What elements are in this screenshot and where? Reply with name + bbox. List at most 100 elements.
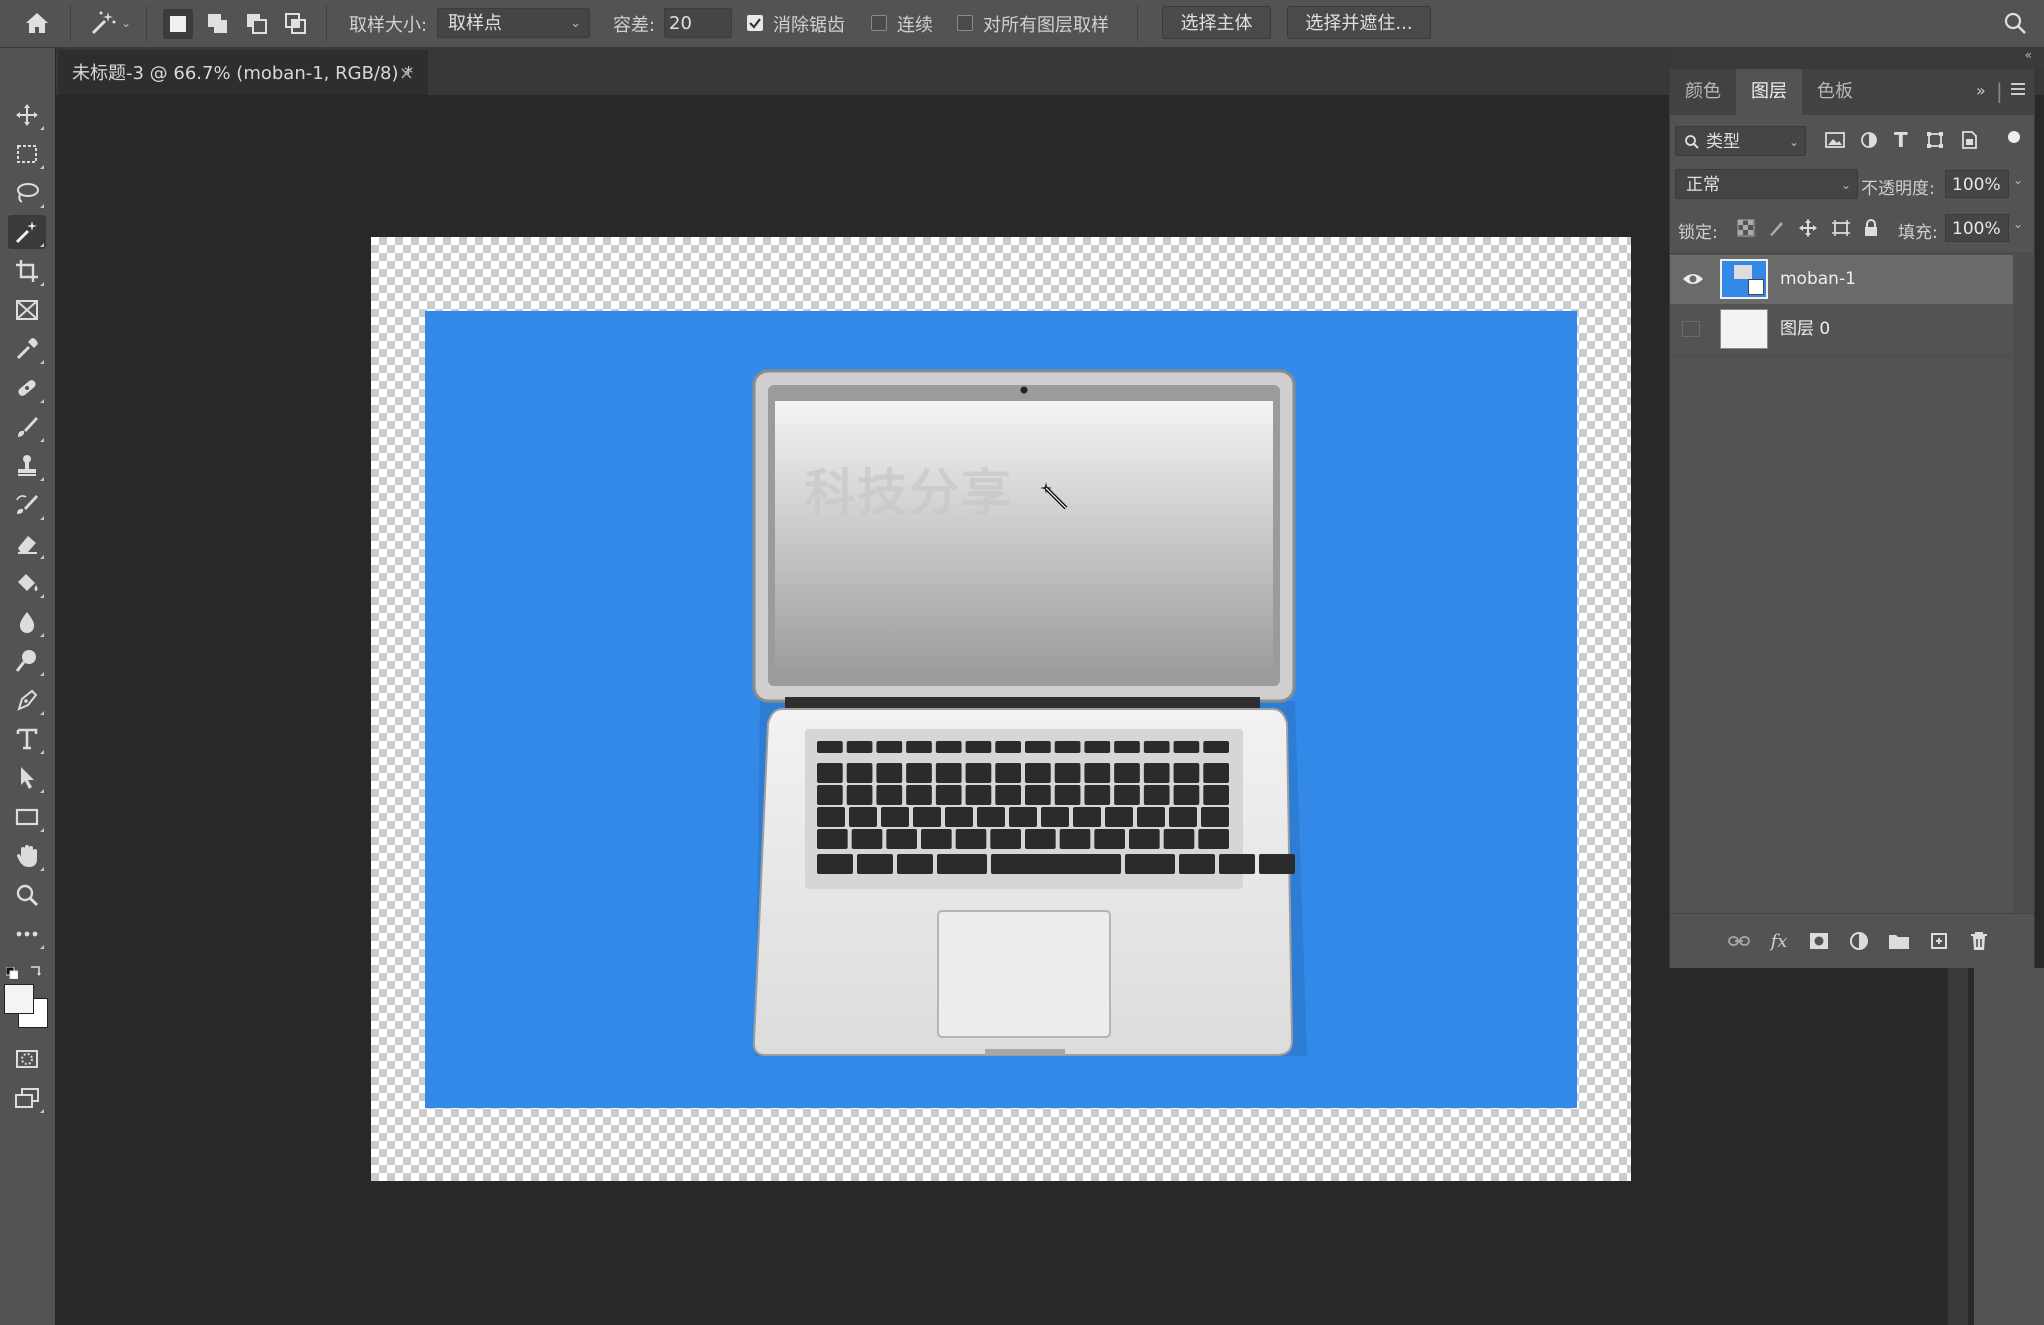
separator xyxy=(326,6,327,41)
move-tool-icon[interactable] xyxy=(8,98,46,132)
add-mask-icon[interactable] xyxy=(1806,928,1832,954)
clone-stamp-tool-icon[interactable] xyxy=(8,449,46,483)
layer-row-moban-1[interactable]: moban-1 xyxy=(1670,255,2013,304)
screen-watermark-text: 科技分享 xyxy=(805,464,1013,522)
new-selection-icon[interactable] xyxy=(163,9,193,39)
crop-tool-icon[interactable] xyxy=(8,254,46,288)
lock-artboard-icon[interactable] xyxy=(1831,219,1851,241)
more-tools-icon[interactable] xyxy=(8,917,46,951)
lock-transparent-pixels-icon[interactable] xyxy=(1737,219,1755,241)
rectangle-tool-icon[interactable] xyxy=(8,800,46,834)
separator: | xyxy=(1996,79,2003,103)
keyboard-key xyxy=(1025,763,1051,783)
add-to-selection-icon[interactable] xyxy=(203,9,233,39)
expand-panel-icon[interactable]: » xyxy=(1976,81,1986,100)
blend-mode-select[interactable]: 正常 ⌄ xyxy=(1675,169,1858,199)
dodge-tool-icon[interactable] xyxy=(8,644,46,678)
pixel-layer-filter-icon[interactable] xyxy=(1825,131,1845,153)
smart-object-filter-icon[interactable] xyxy=(1960,131,1978,153)
path-selection-tool-icon[interactable] xyxy=(8,761,46,795)
fill-input[interactable]: 100% xyxy=(1945,214,2009,242)
tool-preset-picker[interactable]: ⌄ xyxy=(84,8,136,38)
keyboard-key xyxy=(1084,785,1111,805)
keyboard-key xyxy=(955,829,987,849)
keyboard-key xyxy=(1203,785,1229,805)
filter-toggle-icon[interactable] xyxy=(2008,131,2020,143)
document-tab[interactable]: 未标题-3 @ 66.7% (moban-1, RGB/8) * × xyxy=(58,50,428,95)
tab-color[interactable]: 颜色 xyxy=(1670,69,1736,115)
opacity-input[interactable]: 100% xyxy=(1945,170,2009,198)
hand-tool-icon[interactable] xyxy=(8,839,46,873)
keyboard-key xyxy=(921,829,952,849)
keyboard-key xyxy=(1173,785,1200,805)
tab-swatches[interactable]: 色板 xyxy=(1802,69,1868,115)
tolerance-input[interactable]: 20 xyxy=(664,8,732,38)
close-icon[interactable]: × xyxy=(399,51,414,96)
document-tab-title: 未标题-3 @ 66.7% (moban-1, RGB/8) * xyxy=(72,63,414,84)
history-brush-tool-icon[interactable] xyxy=(8,488,46,522)
lasso-tool-icon[interactable] xyxy=(8,176,46,210)
keyboard-key xyxy=(1025,829,1056,849)
blur-tool-icon[interactable] xyxy=(8,605,46,639)
keyboard-key xyxy=(1163,829,1195,849)
sample-all-layers-checkbox[interactable] xyxy=(957,15,973,31)
adjustment-layer-filter-icon[interactable] xyxy=(1860,131,1878,153)
keyboard-key xyxy=(1009,807,1037,827)
zoom-tool-icon[interactable] xyxy=(8,878,46,912)
select-subject-button[interactable]: 选择主体 xyxy=(1162,6,1271,39)
magic-wand-tool-icon[interactable] xyxy=(8,215,46,249)
new-layer-icon[interactable] xyxy=(1926,928,1952,954)
paint-bucket-tool-icon[interactable] xyxy=(8,566,46,600)
pen-tool-icon[interactable] xyxy=(8,683,46,717)
sample-size-select[interactable]: 取样点 ⌄ xyxy=(437,8,590,38)
lock-all-icon[interactable] xyxy=(1863,218,1879,242)
layers-scrollbar[interactable] xyxy=(2013,255,2034,913)
collapse-panels-icon[interactable]: « xyxy=(2025,48,2032,62)
panel-menu-icon[interactable] xyxy=(2009,81,2027,101)
separator xyxy=(1137,6,1138,41)
shape-layer-filter-icon[interactable] xyxy=(1926,131,1944,153)
eyedropper-tool-icon[interactable] xyxy=(8,332,46,366)
chevron-down-icon[interactable]: ⌄ xyxy=(2013,173,2023,187)
visibility-toggle-off[interactable] xyxy=(1682,321,1700,337)
frame-tool-icon[interactable] xyxy=(8,293,46,327)
new-adjustment-layer-icon[interactable] xyxy=(1846,928,1872,954)
type-layer-filter-icon[interactable]: T xyxy=(1894,128,1908,152)
default-colors-icon[interactable] xyxy=(5,964,19,980)
new-group-folder-icon[interactable] xyxy=(1886,928,1912,954)
layer-filter-kind-select[interactable]: 类型 ⌄ xyxy=(1675,126,1806,156)
select-and-mask-button[interactable]: 选择并遮住... xyxy=(1287,6,1431,39)
chevron-down-icon: ⌄ xyxy=(1840,178,1851,192)
contiguous-checkbox[interactable] xyxy=(871,15,887,31)
eraser-tool-icon[interactable] xyxy=(8,527,46,561)
search-icon[interactable] xyxy=(1998,8,2032,38)
marquee-tool-icon[interactable] xyxy=(8,137,46,171)
layer-row-layer-0[interactable]: 图层 0 xyxy=(1670,305,2013,354)
home-icon[interactable] xyxy=(20,8,54,38)
swap-colors-icon[interactable] xyxy=(29,962,43,976)
laptop-photo-layer[interactable]: 科技分享 xyxy=(425,311,1577,1108)
chevron-down-icon[interactable]: ⌄ xyxy=(2013,217,2023,231)
intersect-selection-icon[interactable] xyxy=(281,9,311,39)
canvas-vertical-scrollbar[interactable] xyxy=(1948,968,1968,1325)
keyboard-key xyxy=(1054,785,1081,805)
delete-layer-trash-icon[interactable] xyxy=(1966,928,1992,954)
quick-mask-icon[interactable] xyxy=(8,1042,46,1076)
lock-image-pixels-icon[interactable] xyxy=(1767,219,1785,241)
healing-brush-tool-icon[interactable] xyxy=(8,371,46,405)
antialias-checkbox[interactable] xyxy=(747,15,763,31)
eye-visibility-icon[interactable] xyxy=(1682,271,1704,291)
type-tool-icon[interactable] xyxy=(8,722,46,756)
foreground-color-swatch[interactable] xyxy=(4,984,34,1014)
lock-position-icon[interactable] xyxy=(1798,218,1818,242)
screen-mode-icon[interactable] xyxy=(8,1081,46,1115)
layer-style-fx-icon[interactable]: fx xyxy=(1766,928,1792,954)
brush-tool-icon[interactable] xyxy=(8,410,46,444)
tolerance-label: 容差: xyxy=(613,15,656,36)
layer-thumbnail xyxy=(1720,259,1768,299)
subtract-from-selection-icon[interactable] xyxy=(242,9,272,39)
keyboard-key xyxy=(1169,807,1197,827)
tab-layers[interactable]: 图层 xyxy=(1736,69,1802,115)
link-layers-icon[interactable] xyxy=(1726,928,1752,954)
separator xyxy=(146,6,147,41)
